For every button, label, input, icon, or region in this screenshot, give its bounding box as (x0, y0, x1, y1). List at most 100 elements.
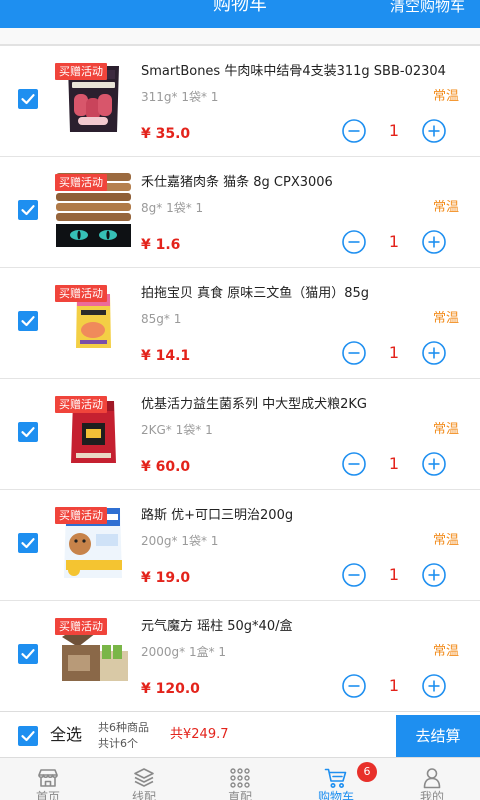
promo-badge: 买赠活动 (55, 174, 107, 191)
product-price: ¥ 14.1 (141, 348, 191, 364)
select-all-label[interactable]: 全选 (50, 725, 82, 745)
item-kinds-count: 共6种商品 (98, 721, 149, 734)
product-price: ¥ 1.6 (141, 237, 181, 253)
cart-icon (324, 766, 348, 790)
grid-icon (228, 766, 252, 790)
quantity-increase-button[interactable] (422, 119, 446, 143)
product-title[interactable]: 禾仕嘉猪肉条 猫条 8g CPX3006 (141, 174, 471, 192)
storage-label: 常温 (432, 200, 459, 215)
tab-label: 首页 (35, 790, 60, 800)
checkmark-icon (20, 204, 35, 215)
item-checkbox[interactable] (18, 89, 38, 109)
layers-icon (132, 766, 156, 790)
storage-label: 常温 (432, 422, 459, 437)
cart-screen: 购物车 清空购物车 买赠活动 SmartBones 牛肉味中结骨4支装311g … (0, 0, 480, 800)
product-title[interactable]: 路斯 优+可口三明治200g (141, 507, 471, 525)
item-checkbox[interactable] (18, 533, 38, 553)
product-price: ¥ 120.0 (141, 681, 200, 697)
cart-total-price: 共¥249.7 (170, 727, 229, 742)
product-spec: 2KG* 1袋* 1 (141, 423, 213, 437)
checkout-button-label: 去结算 (415, 727, 461, 745)
cart-list: 买赠活动 SmartBones 牛肉味中结骨4支装311g SBB-02304 … (0, 46, 480, 712)
quantity-increase-button[interactable] (422, 341, 446, 365)
quantity-increase-button[interactable] (422, 230, 446, 254)
tab-profile[interactable]: 我的 (384, 758, 480, 800)
tab-label: 线配 (131, 790, 156, 800)
cart-item: 买赠活动 SmartBones 牛肉味中结骨4支装311g SBB-02304 … (0, 46, 480, 157)
checkmark-icon (20, 426, 35, 437)
product-title[interactable]: 拍拖宝贝 真食 原味三文鱼（猫用）85g (141, 285, 471, 303)
plus-icon (422, 674, 446, 698)
checkmark-icon (20, 730, 35, 741)
storage-label: 常温 (432, 644, 459, 659)
product-title[interactable]: 元气魔方 瑶柱 50g*40/盒 (141, 618, 471, 636)
quantity-increase-button[interactable] (422, 452, 446, 476)
tab-home[interactable]: 首页 (0, 758, 96, 800)
bottom-tab-bar: 首页 线配 直配 购物车 我的 6 (0, 757, 480, 800)
top-bar: 购物车 清空购物车 (0, 0, 480, 28)
product-spec: 85g* 1 (141, 312, 182, 326)
quantity-decrease-button[interactable] (342, 119, 366, 143)
quantity-decrease-button[interactable] (342, 230, 366, 254)
quantity-decrease-button[interactable] (342, 452, 366, 476)
cart-item: 买赠活动 拍拖宝贝 真食 原味三文鱼（猫用）85g 85g* 1 常温 ¥ 14… (0, 268, 480, 379)
product-title[interactable]: SmartBones 牛肉味中结骨4支装311g SBB-02304 (141, 63, 471, 81)
quantity-decrease-button[interactable] (342, 341, 366, 365)
cart-item: 买赠活动 优基活力益生菌系列 中大型成犬粮2KG 2KG* 1袋* 1 常温 ¥… (0, 379, 480, 490)
checkout-button[interactable]: 去结算 (396, 715, 480, 757)
plus-icon (422, 230, 446, 254)
cart-item: 买赠活动 路斯 优+可口三明治200g 200g* 1袋* 1 常温 ¥ 19.… (0, 490, 480, 601)
cart-count-badge: 6 (357, 762, 377, 782)
minus-icon (342, 563, 366, 587)
tab-direct-delivery[interactable]: 直配 (192, 758, 288, 800)
storage-label: 常温 (432, 311, 459, 326)
quantity-increase-button[interactable] (422, 563, 446, 587)
product-spec: 311g* 1袋* 1 (141, 90, 219, 104)
tab-label: 购物车 (317, 790, 354, 800)
clear-cart-button[interactable]: 清空购物车 (390, 0, 465, 16)
cart-item: 买赠活动 禾仕嘉猪肉条 猫条 8g CPX3006 8g* 1袋* 1 常温 ¥… (0, 157, 480, 268)
checkmark-icon (20, 648, 35, 659)
plus-icon (422, 563, 446, 587)
minus-icon (342, 674, 366, 698)
quantity-value[interactable]: 1 (384, 233, 404, 251)
quantity-value[interactable]: 1 (384, 122, 404, 140)
minus-icon (342, 341, 366, 365)
quantity-decrease-button[interactable] (342, 563, 366, 587)
plus-icon (422, 341, 446, 365)
promo-badge: 买赠活动 (55, 63, 107, 80)
quantity-value[interactable]: 1 (384, 566, 404, 584)
product-price: ¥ 35.0 (141, 126, 191, 142)
item-checkbox[interactable] (18, 311, 38, 331)
tab-line-delivery[interactable]: 线配 (96, 758, 192, 800)
minus-icon (342, 452, 366, 476)
checkout-bar: 全选 共6种商品 共计6个 共¥249.7 去结算 (0, 711, 480, 757)
storage-label: 常温 (432, 533, 459, 548)
item-total-count: 共计6个 (98, 737, 138, 750)
plus-icon (422, 452, 446, 476)
product-spec: 8g* 1袋* 1 (141, 201, 204, 215)
item-checkbox[interactable] (18, 200, 38, 220)
store-icon (36, 766, 60, 790)
quantity-increase-button[interactable] (422, 674, 446, 698)
quantity-value[interactable]: 1 (384, 455, 404, 473)
product-price: ¥ 19.0 (141, 570, 191, 586)
product-spec: 2000g* 1盒* 1 (141, 645, 227, 659)
header-divider (0, 28, 480, 46)
product-price: ¥ 60.0 (141, 459, 191, 475)
user-icon (420, 766, 444, 790)
item-checkbox[interactable] (18, 644, 38, 664)
item-checkbox[interactable] (18, 422, 38, 442)
storage-label: 常温 (432, 89, 459, 104)
select-all-checkbox[interactable] (18, 726, 38, 746)
quantity-value[interactable]: 1 (384, 677, 404, 695)
quantity-decrease-button[interactable] (342, 674, 366, 698)
tab-label: 我的 (419, 790, 444, 800)
cart-item: 买赠活动 元气魔方 瑶柱 50g*40/盒 2000g* 1盒* 1 常温 ¥ … (0, 601, 480, 712)
product-spec: 200g* 1袋* 1 (141, 534, 219, 548)
tab-label: 直配 (227, 790, 252, 800)
promo-badge: 买赠活动 (55, 618, 107, 635)
minus-icon (342, 230, 366, 254)
quantity-value[interactable]: 1 (384, 344, 404, 362)
product-title[interactable]: 优基活力益生菌系列 中大型成犬粮2KG (141, 396, 471, 414)
